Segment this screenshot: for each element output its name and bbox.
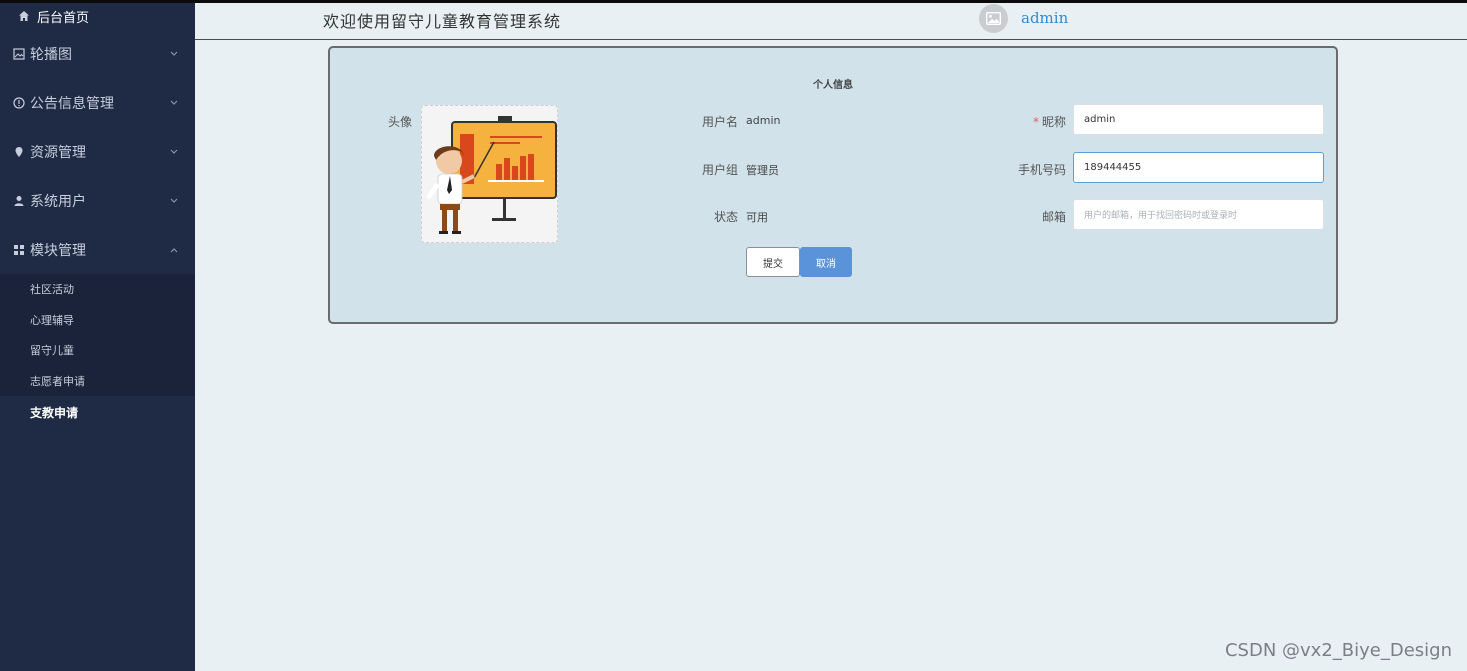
sidebar-item-label: 轮播图 <box>30 46 72 63</box>
grid-icon <box>12 243 25 256</box>
user-group-value: 管理员 <box>746 164 779 177</box>
email-field[interactable]: 用户的邮箱，用于找回密码时或登录时 <box>1073 199 1324 230</box>
nickname-label: * 昵称 <box>1032 115 1066 129</box>
submenu-item-teaching-application[interactable]: 支教申请 <box>0 396 195 428</box>
avatar-upload[interactable] <box>421 105 558 243</box>
sidebar-item-carousel[interactable]: 轮播图 <box>0 29 195 78</box>
avatar-label: 头像 <box>387 115 412 129</box>
user-group-label: 用户组 <box>701 163 738 177</box>
avatar[interactable] <box>979 4 1008 33</box>
submenu-modules: 社区活动 心理辅导 留守儿童 志愿者申请 <box>0 274 195 396</box>
sidebar-item-modules[interactable]: 模块管理 <box>0 225 195 274</box>
chevron-down-icon <box>169 196 179 206</box>
location-pin-icon <box>12 145 25 158</box>
email-label: 邮箱 <box>1041 210 1066 224</box>
submit-button[interactable]: 提交 <box>746 247 800 277</box>
sidebar-item-home[interactable]: 后台首页 <box>0 3 195 29</box>
cancel-button[interactable]: 取消 <box>800 247 852 277</box>
chevron-down-icon <box>169 147 179 157</box>
sidebar-item-system-users[interactable]: 系统用户 <box>0 176 195 225</box>
card-title: 个人信息 <box>813 80 853 91</box>
sidebar-item-label: 后台首页 <box>37 10 90 26</box>
status-value: 可用 <box>746 211 768 224</box>
submenu-item-counseling[interactable]: 心理辅导 <box>0 305 195 336</box>
required-asterisk: * <box>1032 115 1039 129</box>
submenu-item-volunteer-application[interactable]: 志愿者申请 <box>0 366 195 397</box>
status-label: 状态 <box>713 210 738 224</box>
user-icon <box>12 194 25 207</box>
image-icon <box>12 47 25 60</box>
chevron-down-icon <box>169 49 179 59</box>
username-value: admin <box>746 114 781 127</box>
sidebar: 后台首页 轮播图 公告信息管理 资源管理 系统用户 模块管理 社区活动 心理辅导… <box>0 3 195 671</box>
sidebar-item-announcements[interactable]: 公告信息管理 <box>0 78 195 127</box>
phone-field[interactable]: 189444455 <box>1073 152 1324 183</box>
sidebar-item-label: 公告信息管理 <box>30 95 114 112</box>
profile-card: 个人信息 头像 用户名 admin 用户组 管理员 状态 可用 * 昵称 adm… <box>328 46 1338 324</box>
nickname-field[interactable]: admin <box>1073 104 1324 135</box>
submenu-item-left-behind-children[interactable]: 留守儿童 <box>0 335 195 366</box>
sidebar-item-label: 资源管理 <box>30 144 86 161</box>
chevron-down-icon <box>169 98 179 108</box>
username-label: 用户名 <box>701 115 738 129</box>
sidebar-item-label: 模块管理 <box>30 242 86 259</box>
header-username[interactable]: admin <box>1021 9 1068 27</box>
image-icon <box>986 12 1001 25</box>
watermark: CSDN @vx2_Biye_Design <box>1224 640 1452 661</box>
sidebar-item-resources[interactable]: 资源管理 <box>0 127 195 176</box>
info-circle-icon <box>12 96 25 109</box>
teacher-illustration-icon <box>425 116 557 234</box>
sidebar-item-label: 系统用户 <box>30 193 86 210</box>
submenu-item-community-activities[interactable]: 社区活动 <box>0 274 195 305</box>
page-title: 欢迎使用留守儿童教育管理系统 <box>323 12 562 31</box>
phone-label: 手机号码 <box>1017 163 1066 177</box>
home-icon <box>18 10 30 22</box>
header: 欢迎使用留守儿童教育管理系统 admin <box>195 3 1467 40</box>
chevron-up-icon <box>169 245 179 255</box>
